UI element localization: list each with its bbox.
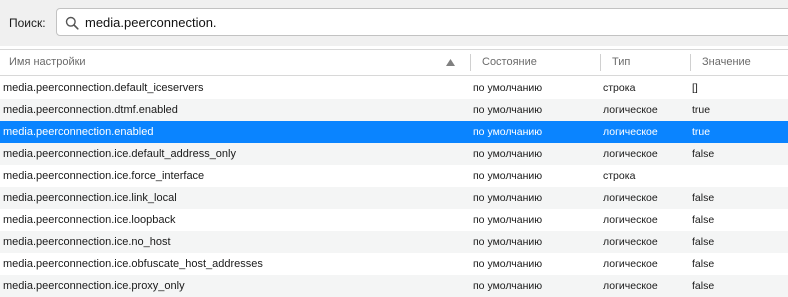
- pref-name: media.peerconnection.ice.no_host: [3, 236, 171, 248]
- pref-value: false: [692, 258, 715, 270]
- pref-value: false: [692, 148, 715, 160]
- search-label: Поиск:: [9, 16, 46, 30]
- table-row[interactable]: media.peerconnection.dtmf.enabled по умо…: [0, 99, 788, 121]
- table-row[interactable]: media.peerconnection.ice.obfuscate_host_…: [0, 253, 788, 275]
- pref-value: false: [692, 280, 715, 292]
- column-separator[interactable]: [690, 54, 691, 71]
- sort-ascending-icon[interactable]: [446, 59, 455, 66]
- pref-name: media.peerconnection.ice.force_interface: [3, 170, 205, 182]
- column-header-type-label: Тип: [612, 56, 631, 68]
- pref-type: логическое: [603, 280, 658, 292]
- pref-type: логическое: [603, 148, 658, 160]
- pref-value: false: [692, 192, 715, 204]
- pref-name: media.peerconnection.ice.proxy_only: [3, 280, 185, 292]
- pref-name: media.peerconnection.enabled: [3, 126, 154, 138]
- pref-value: false: [692, 214, 715, 226]
- pref-name: media.peerconnection.ice.obfuscate_host_…: [3, 258, 263, 270]
- pref-type: строка: [603, 170, 636, 182]
- pref-status: по умолчанию: [473, 280, 543, 292]
- column-separator[interactable]: [470, 54, 471, 71]
- column-header-name-label: Имя настройки: [9, 56, 86, 68]
- column-header-name[interactable]: Имя настройки: [9, 50, 449, 75]
- pref-type: логическое: [603, 258, 658, 270]
- pref-type: логическое: [603, 192, 658, 204]
- pref-name: media.peerconnection.default_iceservers: [3, 82, 204, 94]
- pref-value: true: [692, 126, 711, 138]
- pref-status: по умолчанию: [473, 214, 543, 226]
- table-row[interactable]: media.peerconnection.ice.link_local по у…: [0, 187, 788, 209]
- table-row[interactable]: media.peerconnection.ice.proxy_only по у…: [0, 275, 788, 297]
- pref-name: media.peerconnection.ice.loopback: [3, 214, 176, 226]
- table-row[interactable]: media.peerconnection.ice.default_address…: [0, 143, 788, 165]
- pref-value: true: [692, 104, 711, 116]
- pref-value: []: [692, 82, 698, 94]
- pref-type: логическое: [603, 236, 658, 248]
- search-box[interactable]: [56, 8, 788, 36]
- table-row[interactable]: media.peerconnection.default_iceservers …: [0, 77, 788, 99]
- pref-status: по умолчанию: [473, 104, 543, 116]
- column-header-status[interactable]: Состояние: [482, 50, 592, 75]
- pref-type: логическое: [603, 214, 658, 226]
- table-header: Имя настройки Состояние Тип Значение: [0, 49, 788, 76]
- table-row-selected[interactable]: media.peerconnection.enabled по умолчани…: [0, 121, 788, 143]
- preferences-table: media.peerconnection.default_iceservers …: [0, 77, 788, 297]
- pref-name: media.peerconnection.dtmf.enabled: [3, 104, 178, 116]
- pref-name: media.peerconnection.ice.default_address…: [3, 148, 236, 160]
- pref-status: по умолчанию: [473, 148, 543, 160]
- column-header-value[interactable]: Значение: [702, 50, 786, 75]
- pref-type: логическое: [603, 104, 658, 116]
- column-separator[interactable]: [600, 54, 601, 71]
- pref-value: [692, 165, 782, 187]
- pref-status: по умолчанию: [473, 258, 543, 270]
- pref-status: по умолчанию: [473, 236, 543, 248]
- search-bar: Поиск:: [0, 0, 788, 46]
- pref-name: media.peerconnection.ice.link_local: [3, 192, 177, 204]
- pref-type: строка: [603, 82, 636, 94]
- search-icon: [65, 16, 79, 30]
- pref-status: по умолчанию: [473, 126, 543, 138]
- pref-value: false: [692, 236, 715, 248]
- table-row[interactable]: media.peerconnection.ice.force_interface…: [0, 165, 788, 187]
- pref-status: по умолчанию: [473, 170, 543, 182]
- column-header-type[interactable]: Тип: [612, 50, 682, 75]
- search-input[interactable]: [85, 13, 785, 31]
- table-row[interactable]: media.peerconnection.ice.no_host по умол…: [0, 231, 788, 253]
- column-header-value-label: Значение: [702, 56, 751, 68]
- pref-status: по умолчанию: [473, 192, 543, 204]
- column-header-status-label: Состояние: [482, 56, 537, 68]
- pref-type: логическое: [603, 126, 658, 138]
- table-row[interactable]: media.peerconnection.ice.loopback по умо…: [0, 209, 788, 231]
- pref-status: по умолчанию: [473, 82, 543, 94]
